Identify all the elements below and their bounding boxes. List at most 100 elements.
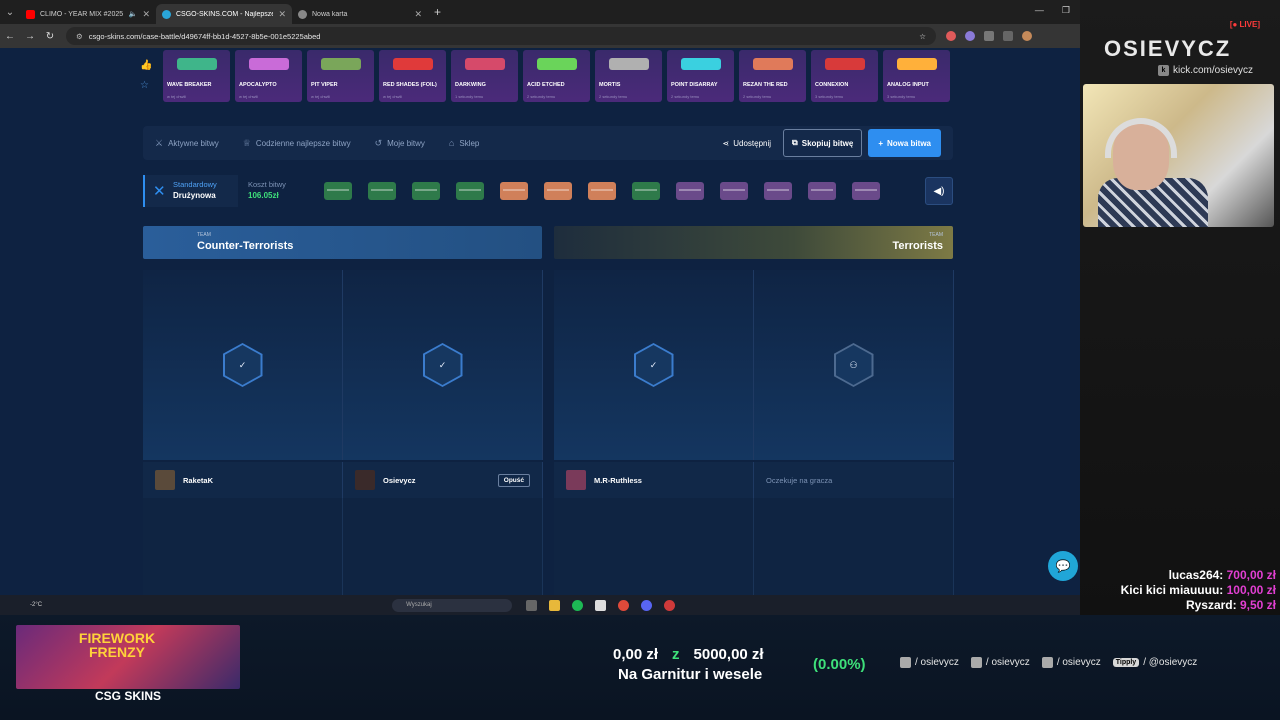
youtube-favicon-icon — [26, 9, 35, 19]
drop-card[interactable]: APOCALYPTO w tej chwili — [235, 50, 302, 102]
new-tab-icon[interactable]: + — [434, 5, 441, 19]
tab-search-icon[interactable]: ⌄ — [0, 7, 20, 18]
case-icon[interactable] — [676, 182, 704, 200]
skin-name: APOCALYPTO — [239, 82, 277, 88]
download-icon[interactable] — [1003, 31, 1013, 41]
task-view-icon[interactable] — [526, 599, 538, 611]
avatar — [155, 470, 175, 490]
skin-image — [825, 58, 865, 70]
ct-players: RaketaK Osievycz Opuść — [143, 462, 543, 498]
nav-label: Sklep — [459, 138, 480, 148]
donation-amount: 700,00 zł — [1226, 568, 1276, 582]
ready-check-icon: ✓ — [424, 345, 461, 385]
player-name: M.R-Ruthless — [594, 475, 642, 485]
discord-icon[interactable] — [641, 599, 653, 611]
cost-value: 106.05zł — [248, 191, 279, 200]
drop-card[interactable]: POINT DISARRAY 2 sekundy temu — [667, 50, 734, 102]
copy-battle-button[interactable]: ⧉ Skopiuj bitwę — [783, 129, 863, 157]
star-icon[interactable]: ☆ — [140, 80, 158, 91]
ct-drops-area — [143, 498, 543, 595]
case-icon[interactable] — [456, 182, 484, 200]
extension-icon[interactable] — [946, 31, 956, 41]
taskbar-search[interactable]: Wyszukaj — [392, 598, 513, 612]
nav-best-daily[interactable]: ♕ Codzienne najlepsze bitwy — [243, 138, 351, 149]
crossed-swords-icon: ✕ — [153, 183, 166, 200]
case-icon[interactable] — [368, 182, 396, 200]
new-battle-button[interactable]: + Nowa bitwa — [868, 129, 941, 157]
nav-shop[interactable]: ⌂ Sklep — [449, 138, 479, 148]
case-icon[interactable] — [588, 182, 616, 200]
store-icon[interactable] — [595, 599, 607, 611]
os-taskbar: -2°C Wyszukaj — [0, 595, 1080, 615]
history-icon: ↺ — [374, 137, 383, 148]
folder-icon[interactable] — [549, 599, 561, 611]
tab-title: CSGO-SKINS.COM - Najlepsze — [176, 10, 274, 18]
case-icon[interactable] — [500, 182, 528, 200]
tab-youtube[interactable]: CLIMO - YEAR MIX #2025 🔈 ✕ — [20, 4, 156, 24]
player-slot-empty[interactable]: ⚇ — [754, 270, 954, 460]
goal-current: 0,00 zł — [613, 646, 659, 663]
restore-icon[interactable]: ❐ — [1062, 5, 1070, 16]
skin-image — [321, 58, 361, 70]
drop-card[interactable]: REZAN THE RED 2 sekundy temu — [739, 50, 806, 102]
drop-card[interactable]: ACID ETCHED 2 sekundy temu — [523, 50, 590, 102]
case-icon[interactable] — [632, 182, 660, 200]
close-tab-icon[interactable]: ✕ — [142, 9, 150, 20]
drop-card[interactable]: RED SHADES (FOIL) w tej chwili — [379, 50, 446, 102]
case-icon[interactable] — [852, 182, 880, 200]
case-icon[interactable] — [808, 182, 836, 200]
close-tab-icon[interactable]: ✕ — [414, 9, 422, 20]
reload-icon[interactable]: ↻ — [40, 31, 60, 42]
tab-new[interactable]: Nowa karta ✕ — [292, 4, 428, 24]
close-tab-icon[interactable]: ✕ — [278, 9, 286, 20]
skin-image — [897, 58, 937, 70]
drop-card[interactable]: WAVE BREAKER w tej chwili — [163, 50, 230, 102]
goal-name: Na Garnitur i wesele — [618, 666, 763, 683]
tab-csgo-skins[interactable]: CSGO-SKINS.COM - Najlepsze ✕ — [156, 4, 292, 24]
url-field[interactable]: ⚙ csgo-skins.com/case-battle/d49674ff-bb… — [66, 27, 936, 45]
drop-time: 2 sekundy temu — [599, 94, 628, 99]
minimize-icon[interactable]: — — [1035, 5, 1044, 16]
drop-time: w tej chwili — [167, 94, 187, 99]
player-name: RaketaK — [183, 475, 214, 485]
donation-row: lucas264: 700,00 zł — [1090, 568, 1276, 583]
nav-my-battles[interactable]: ↺ Moje bitwy — [375, 138, 425, 149]
extensions-puzzle-icon[interactable] — [984, 31, 994, 41]
thumbs-up-icon[interactable]: 👍 — [140, 60, 158, 71]
profile-avatar-icon[interactable] — [1022, 31, 1032, 41]
site-info-icon[interactable]: ⚙ — [76, 32, 83, 41]
drop-card[interactable]: PIT VIPER w tej chwili — [307, 50, 374, 102]
weather-widget[interactable]: -2°C — [30, 602, 42, 608]
live-label: LIVE — [1239, 20, 1258, 29]
drop-card[interactable]: MORTIS 2 sekundy temu — [595, 50, 662, 102]
skin-image — [753, 58, 793, 70]
case-icon[interactable] — [764, 182, 792, 200]
app-icon[interactable] — [664, 599, 676, 611]
skin-image — [177, 58, 217, 70]
chrome-icon[interactable] — [618, 599, 630, 611]
case-list — [324, 182, 880, 200]
live-drops-strip: WAVE BREAKER w tej chwili APOCALYPTO w t… — [163, 50, 950, 102]
leave-button[interactable]: Opuść — [497, 473, 530, 487]
drop-card[interactable]: ANALOG INPUT 3 sekundy temu — [883, 50, 950, 102]
case-icon[interactable] — [324, 182, 352, 200]
extension-icon[interactable] — [965, 31, 975, 41]
kick-url: kick.com/osievycz — [1173, 65, 1254, 76]
nav-active-battles[interactable]: ⚔ Aktywne bitwy — [155, 138, 219, 149]
case-icon[interactable] — [544, 182, 572, 200]
back-icon[interactable]: ← — [0, 31, 20, 42]
social-instagram: / osievycz — [900, 657, 959, 668]
case-icon[interactable] — [412, 182, 440, 200]
sound-toggle-button[interactable]: ◀) — [925, 177, 953, 205]
bookmark-star-icon[interactable]: ☆ — [919, 32, 926, 41]
share-button[interactable]: ⋖ Udostępnij — [723, 139, 772, 148]
chat-support-button[interactable]: 💬 — [1048, 551, 1078, 581]
case-icon[interactable] — [720, 182, 748, 200]
drop-time: 3 sekundy temu — [887, 94, 916, 99]
forward-icon[interactable]: → — [20, 31, 40, 42]
drop-card[interactable]: DARKWING 1 sekundy temu — [451, 50, 518, 102]
tab-title: Nowa karta — [312, 10, 348, 18]
user-icon: ⚇ — [835, 345, 872, 385]
drop-card[interactable]: CONNEXION 3 sekundy temu — [811, 50, 878, 102]
spotify-icon[interactable] — [572, 599, 584, 611]
